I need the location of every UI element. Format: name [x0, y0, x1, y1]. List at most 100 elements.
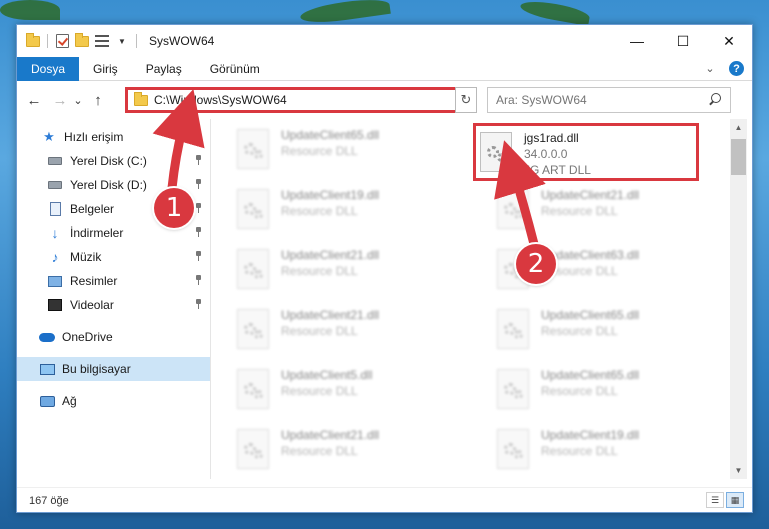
wallpaper-leaf: [519, 0, 591, 26]
qat-dropdown-icon[interactable]: ▼: [114, 33, 130, 49]
maximize-button[interactable]: ☐: [660, 25, 706, 57]
sidebar-item-network[interactable]: Ağ: [17, 389, 210, 413]
search-icon[interactable]: [706, 91, 724, 109]
sidebar-item-label: Bu bilgisayar: [62, 362, 131, 376]
dll-file-icon: [480, 132, 514, 176]
scroll-down-icon[interactable]: ▼: [730, 462, 747, 479]
file-type: Resource DLL: [281, 144, 358, 158]
search-input[interactable]: [496, 93, 706, 107]
window-title: SysWOW64: [149, 34, 215, 48]
navigation-bar: ← → ⌄ ↑ C:\Windows\SysWOW64 ⌄ ↻: [17, 83, 752, 117]
address-path[interactable]: C:\Windows\SysWOW64: [154, 93, 455, 107]
large-icons-view-icon[interactable]: ▦: [726, 492, 744, 508]
disk-icon: [47, 153, 63, 169]
file-tile[interactable]: UpdateClient21.dll Resource DLL: [473, 183, 693, 239]
file-tile[interactable]: UpdateClient5.dll Resource DLL: [213, 363, 433, 419]
tab-view[interactable]: Görünüm: [196, 57, 274, 81]
tab-home[interactable]: Giriş: [79, 57, 132, 81]
dll-file-icon: [237, 129, 271, 173]
file-name: jgs1rad.dll: [524, 131, 579, 145]
tab-share[interactable]: Paylaş: [132, 57, 196, 81]
explorer-window: ▼ SysWOW64 — ☐ ✕ Dosya Giriş Paylaş Görü…: [16, 24, 753, 513]
file-type: Resource DLL: [281, 444, 358, 458]
file-type: Resource DLL: [281, 264, 358, 278]
search-box[interactable]: [487, 87, 731, 113]
file-type: Resource DLL: [281, 204, 358, 218]
expand-ribbon-icon[interactable]: ⌄: [703, 62, 717, 76]
sidebar-item-label: İndirmeler: [70, 226, 124, 240]
help-icon[interactable]: ?: [729, 61, 744, 76]
tab-file[interactable]: Dosya: [17, 56, 80, 81]
sidebar-item-label: Ağ: [62, 394, 77, 408]
sidebar-item-music[interactable]: ♪ Müzik: [17, 245, 210, 269]
file-type: Resource DLL: [541, 444, 618, 458]
file-tile[interactable]: UpdateClient21.dll Resource DLL: [213, 423, 433, 479]
sidebar-item-disk-c[interactable]: Yerel Disk (C:): [17, 149, 210, 173]
pictures-icon: [47, 273, 63, 289]
file-name: UpdateClient21.dll: [281, 428, 380, 442]
up-button[interactable]: ↑: [87, 89, 109, 111]
view-switcher: ☰ ▦: [706, 492, 744, 508]
back-button[interactable]: ←: [23, 89, 45, 111]
properties-check-icon[interactable]: [54, 33, 70, 49]
file-tile[interactable]: UpdateClient19.dll Resource DLL: [473, 423, 693, 479]
recent-locations-button[interactable]: ⌄: [71, 89, 85, 111]
file-name: UpdateClient19.dll: [281, 188, 380, 202]
video-icon: [47, 297, 63, 313]
close-button[interactable]: ✕: [706, 25, 752, 57]
sidebar-item-label: Belgeler: [70, 202, 115, 216]
sidebar-item-label: Yerel Disk (D:): [70, 178, 147, 192]
document-icon: [47, 201, 63, 217]
title-bar: ▼ SysWOW64 — ☐ ✕: [17, 25, 752, 57]
customize-icon[interactable]: [94, 33, 110, 49]
forward-button[interactable]: →: [49, 89, 71, 111]
star-icon: ★: [43, 129, 55, 144]
sidebar-item-this-pc[interactable]: Bu bilgisayar: [17, 357, 210, 381]
file-name: UpdateClient21.dll: [281, 308, 380, 322]
pin-icon: [194, 179, 202, 189]
file-name: UpdateClient21.dll: [281, 248, 380, 262]
file-tile[interactable]: UpdateClient21.dll Resource DLL: [213, 243, 433, 299]
sidebar-item-onedrive[interactable]: OneDrive: [17, 325, 210, 349]
file-type: Resource DLL: [541, 204, 618, 218]
step-2-badge: 2: [516, 244, 556, 284]
dll-file-icon: [497, 429, 531, 473]
ribbon-tabs: Dosya Giriş Paylaş Görünüm ⌄ ?: [17, 56, 752, 81]
scroll-up-icon[interactable]: ▲: [730, 119, 747, 136]
computer-icon: [39, 361, 55, 377]
scroll-thumb[interactable]: [731, 139, 746, 175]
toolbar-divider: [136, 34, 137, 48]
file-tile-jgs1rad[interactable]: jgs1rad.dll 34.0.0.0 JG ART DLL: [473, 123, 699, 181]
file-tile[interactable]: UpdateClient65.dll Resource DLL: [213, 123, 433, 179]
music-icon: ♪: [51, 249, 59, 265]
file-tile[interactable]: UpdateClient65.dll Resource DLL: [473, 363, 693, 419]
dll-file-icon: [237, 369, 271, 413]
sidebar-item-pictures[interactable]: Resimler: [17, 269, 210, 293]
minimize-button[interactable]: —: [614, 25, 660, 57]
dll-file-icon: [237, 189, 271, 233]
refresh-button[interactable]: ↻: [455, 87, 477, 113]
quick-access-toolbar: ▼: [17, 32, 139, 49]
file-tile[interactable]: UpdateClient21.dll Resource DLL: [213, 303, 433, 359]
file-type: Resource DLL: [281, 324, 358, 338]
file-name: UpdateClient19.dll: [541, 428, 640, 442]
item-count: 167 öğe: [29, 494, 69, 507]
file-tile[interactable]: UpdateClient63.dll Resource DLL: [473, 243, 693, 299]
file-tile[interactable]: UpdateClient19.dll Resource DLL: [213, 183, 433, 239]
dll-file-icon: [237, 249, 271, 293]
sidebar-item-label: Hızlı erişim: [64, 130, 124, 144]
dll-file-icon: [237, 429, 271, 473]
sidebar-item-quick-access[interactable]: ★ Hızlı erişim: [17, 125, 210, 149]
vertical-scrollbar[interactable]: ▲ ▼: [730, 119, 747, 479]
wallpaper-leaf: [0, 0, 60, 20]
sidebar-item-label: Müzik: [70, 250, 102, 264]
navigation-pane: ★ Hızlı erişim Yerel Disk (C:) Yerel Dis…: [17, 119, 211, 479]
new-folder-icon[interactable]: [74, 32, 90, 49]
file-tile[interactable]: UpdateClient65.dll Resource DLL: [473, 303, 693, 359]
sidebar-item-videos[interactable]: Videolar: [17, 293, 210, 317]
address-bar[interactable]: C:\Windows\SysWOW64 ⌄: [125, 87, 476, 113]
details-view-icon[interactable]: ☰: [706, 492, 724, 508]
sidebar-item-label: OneDrive: [62, 330, 113, 344]
folder-icon: [25, 32, 41, 49]
folder-icon: [134, 91, 148, 106]
